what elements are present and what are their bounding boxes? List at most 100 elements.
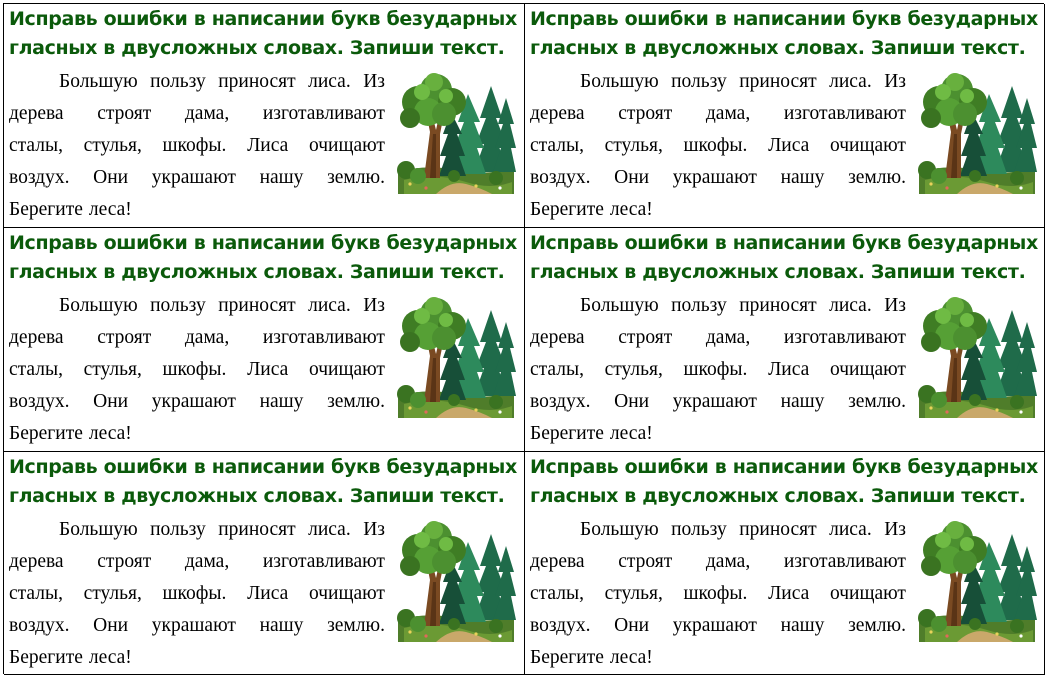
text-line: сталы, стулья, шкофы. Лиса очищают — [9, 130, 385, 162]
word: землю. — [327, 167, 385, 188]
text-line: Берегите леса! — [9, 642, 385, 674]
word: землю. — [327, 391, 385, 412]
word: Они — [93, 167, 129, 188]
word: украшают — [672, 615, 757, 636]
word: сталы, — [530, 135, 584, 156]
word: Лиса — [768, 583, 810, 604]
text-line: дерева строят дама, изготавливают — [9, 98, 385, 130]
word: украшают — [151, 615, 236, 636]
word: Из — [363, 519, 385, 540]
text-line: Берегите леса! — [9, 194, 385, 226]
word: изготавливают — [783, 103, 906, 124]
forest-illustration — [918, 521, 1037, 642]
word: Большую — [59, 71, 138, 92]
word: Из — [884, 519, 906, 540]
forest-illustration — [397, 73, 516, 194]
worksheet-grid: Исправь ошибки в написании букв безударн… — [3, 3, 1045, 675]
word: землю. — [327, 615, 385, 636]
word: пользу — [671, 519, 727, 540]
word: воздух. — [9, 615, 70, 636]
word: воздух. — [530, 615, 591, 636]
word: Берегите — [9, 199, 83, 220]
task-title: Исправь ошибки в написании букв безударн… — [9, 8, 517, 59]
text-line: сталы, стулья, шкофы. Лиса очищают — [530, 354, 906, 386]
text-line: Берегите леса! — [9, 418, 385, 450]
word: сталы, — [530, 359, 584, 380]
word: сталы, — [9, 359, 63, 380]
task-title: Исправь ошибки в написании букв безударн… — [530, 456, 1038, 507]
word: Они — [93, 615, 129, 636]
word: Лиса — [247, 359, 289, 380]
word: пользу — [150, 519, 206, 540]
word: нашу — [780, 167, 825, 188]
word: украшают — [672, 167, 757, 188]
task-title: Исправь ошибки в написании букв безударн… — [530, 232, 1038, 283]
word: стулья, — [83, 359, 142, 380]
worksheet-card: Исправь ошибки в написании букв безударн… — [4, 4, 525, 228]
word: шкофы. — [683, 583, 748, 604]
text-line: воздух. Они украшают нашу землю. — [9, 610, 385, 642]
word: Берегите — [530, 199, 604, 220]
word: строят — [618, 103, 673, 124]
word: Из — [884, 295, 906, 316]
task-text: Большую пользу приносят лиса. Из дерева строят… — [9, 66, 385, 226]
text-line: сталы, стулья, шкофы. Лиса очищают — [530, 130, 906, 162]
word: Берегите — [9, 647, 83, 668]
word: стулья, — [604, 135, 663, 156]
word: лиса. — [829, 519, 872, 540]
word: Из — [363, 295, 385, 316]
word: землю. — [848, 615, 906, 636]
word: Из — [884, 71, 906, 92]
word: шкофы. — [162, 583, 227, 604]
word: дама, — [184, 103, 230, 124]
word: сталы, — [9, 135, 63, 156]
word: нашу — [259, 391, 304, 412]
word: воздух. — [530, 167, 591, 188]
word: приносят — [218, 71, 296, 92]
word: Они — [614, 615, 650, 636]
text-line: дерева строят дама, изготавливают — [530, 546, 906, 578]
word: дерева — [9, 103, 64, 124]
text-line: сталы, стулья, шкофы. Лиса очищают — [530, 578, 906, 610]
word: Они — [93, 391, 129, 412]
word: Лиса — [247, 583, 289, 604]
word: Большую — [59, 295, 138, 316]
word: Из — [363, 71, 385, 92]
text-line: воздух. Они украшают нашу землю. — [530, 610, 906, 642]
word: лиса. — [308, 71, 351, 92]
word: леса! — [609, 647, 653, 668]
word: Они — [614, 391, 650, 412]
word: украшают — [151, 167, 236, 188]
word: строят — [97, 327, 152, 348]
task-text: Большую пользу приносят лиса. Из дерева строят… — [530, 514, 906, 674]
word: дерева — [530, 327, 585, 348]
word: Лиса — [768, 359, 810, 380]
word: Лиса — [247, 135, 289, 156]
forest-illustration — [918, 297, 1037, 418]
word: воздух. — [9, 391, 70, 412]
word: леса! — [88, 647, 132, 668]
word: лиса. — [308, 519, 351, 540]
task-text: Большую пользу приносят лиса. Из дерева строят… — [530, 66, 906, 226]
text-line: сталы, стулья, шкофы. Лиса очищают — [9, 578, 385, 610]
word: Большую — [580, 295, 659, 316]
worksheet-card: Исправь ошибки в написании букв безударн… — [4, 452, 525, 675]
word: лиса. — [308, 295, 351, 316]
word: пользу — [671, 295, 727, 316]
text-line: Большую пользу приносят лиса. Из — [9, 514, 385, 546]
word: шкофы. — [683, 135, 748, 156]
text-line: дерева строят дама, изготавливают — [530, 322, 906, 354]
text-line: Берегите леса! — [530, 642, 906, 674]
word: нашу — [259, 167, 304, 188]
word: дерева — [530, 551, 585, 572]
word: воздух. — [530, 391, 591, 412]
text-line: воздух. Они украшают нашу землю. — [9, 386, 385, 418]
forest-illustration — [397, 297, 516, 418]
word: строят — [97, 551, 152, 572]
word: очищают — [308, 359, 385, 380]
word: стулья, — [83, 583, 142, 604]
word: изготавливают — [262, 327, 385, 348]
word: стулья, — [604, 583, 663, 604]
word: дама, — [705, 327, 751, 348]
word: дерева — [9, 327, 64, 348]
